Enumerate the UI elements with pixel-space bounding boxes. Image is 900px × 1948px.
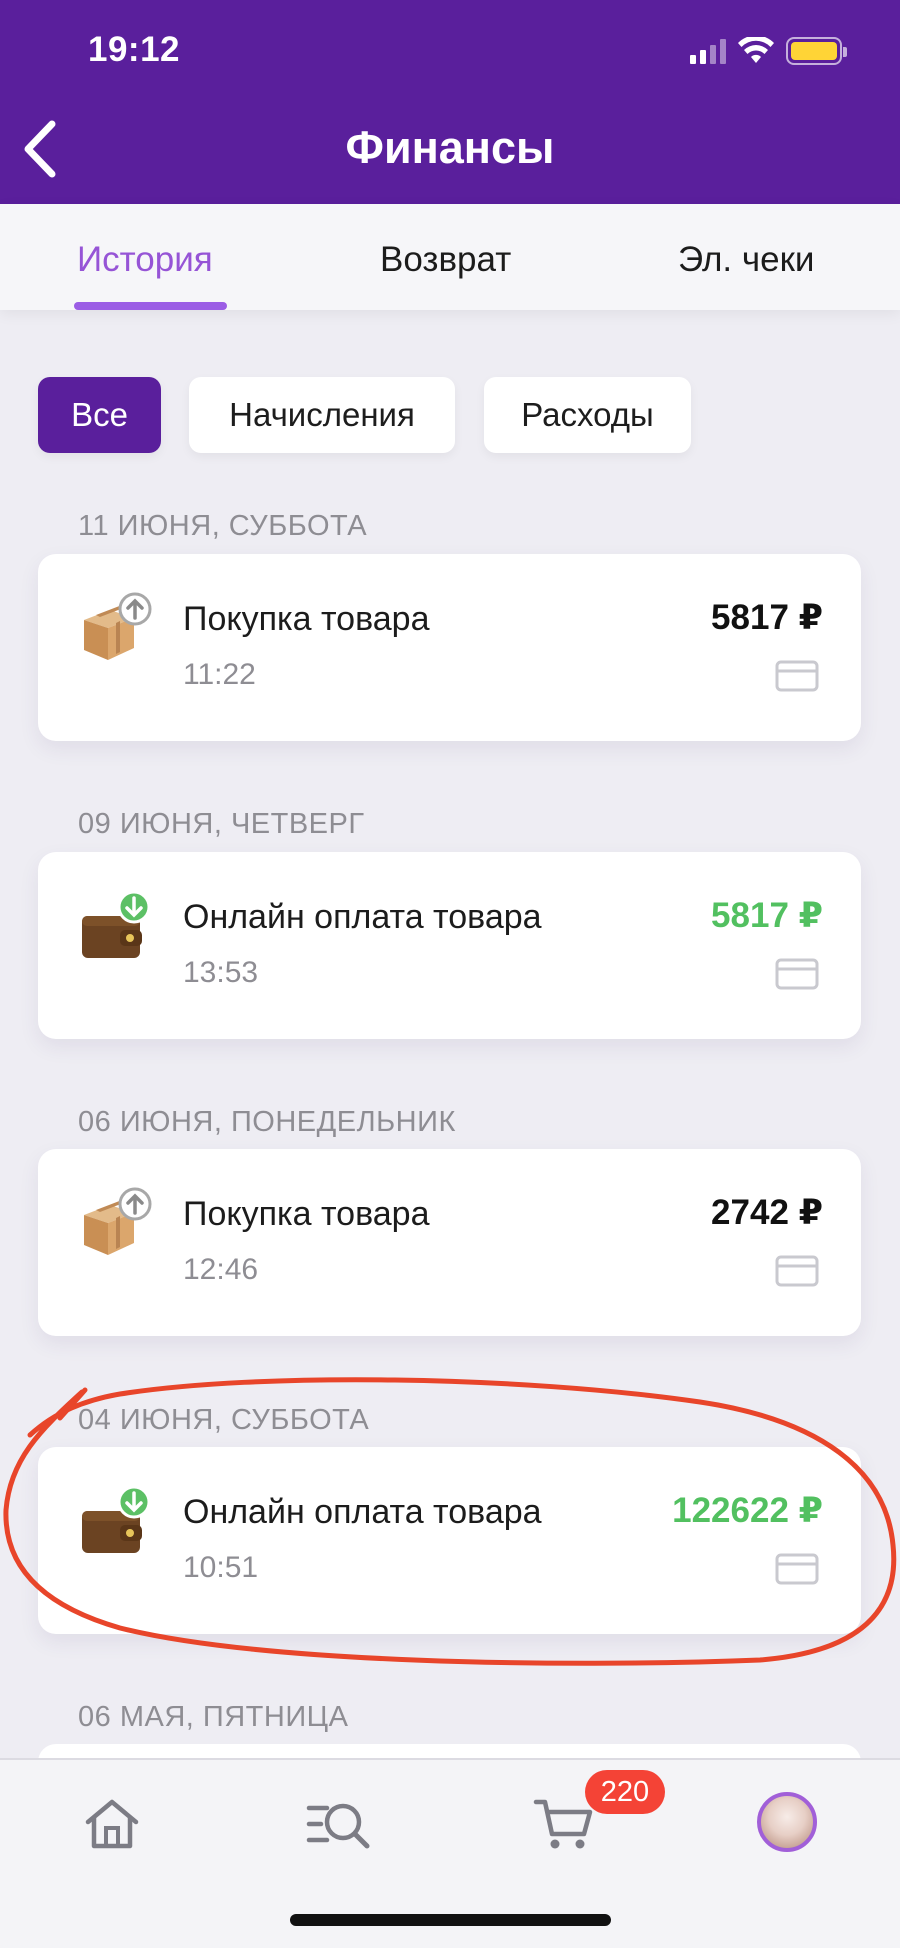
page-title: Финансы [345,122,555,173]
wallet-download-icon [82,1485,151,1553]
transaction-card[interactable]: Онлайн оплата товара 10:51 122622 ₽ [38,1447,861,1634]
tab-bar: История Возврат Эл. чеки [0,204,900,310]
profile-avatar[interactable] [757,1792,817,1852]
transaction-amount: 122622 ₽ [672,1491,823,1530]
status-time: 19:12 [88,30,181,69]
home-indicator [290,1914,611,1926]
credit-card-icon [775,660,819,692]
home-icon[interactable] [82,1794,142,1854]
battery-icon [786,37,847,65]
tab-e-receipts[interactable]: Эл. чеки [678,240,814,280]
wifi-icon [738,37,774,63]
filter-expenses[interactable]: Расходы [484,377,691,453]
box-upload-icon [84,1187,152,1255]
cellular-signal-icon [690,38,726,64]
filter-all[interactable]: Все [38,377,161,453]
transaction-time: 10:51 [183,1551,259,1584]
transaction-card[interactable]: Покупка товара 11:22 5817 ₽ [38,554,861,741]
wallet-download-icon [82,890,151,958]
transaction-amount: 2742 ₽ [711,1193,823,1232]
box-upload-icon [84,592,152,660]
transaction-name: Онлайн оплата товара [183,898,542,936]
catalog-search-icon[interactable] [305,1794,373,1854]
transaction-time: 13:53 [183,956,259,989]
transaction-name: Покупка товара [183,600,430,638]
tab-returns[interactable]: Возврат [380,240,511,280]
filter-income[interactable]: Начисления [189,377,455,453]
cart-badge: 220 [585,1770,665,1814]
credit-card-icon [775,1255,819,1287]
app-header: 19:12 Финансы [0,0,900,204]
date-header: 11 ИЮНЯ, СУББОТА [78,510,368,542]
tab-history[interactable]: История [77,240,213,280]
status-icons [690,34,847,68]
transaction-name: Покупка товара [183,1195,430,1233]
credit-card-icon [775,1553,819,1585]
transaction-time: 12:46 [183,1253,259,1286]
date-header: 06 ИЮНЯ, ПОНЕДЕЛЬНИК [78,1106,456,1138]
transaction-amount: 5817 ₽ [711,896,823,935]
cart-icon[interactable] [532,1794,596,1854]
date-header: 09 ИЮНЯ, ЧЕТВЕРГ [78,808,365,840]
date-header: 04 ИЮНЯ, СУББОТА [78,1404,370,1436]
transaction-name: Онлайн оплата товара [183,1493,542,1531]
date-header: 06 МАЯ, ПЯТНИЦА [78,1701,349,1733]
transaction-time: 11:22 [183,658,256,691]
transaction-amount: 5817 ₽ [711,598,823,637]
transaction-card[interactable]: Онлайн оплата товара 13:53 5817 ₽ [38,852,861,1039]
credit-card-icon [775,958,819,990]
transaction-card[interactable]: Покупка товара 12:46 2742 ₽ [38,1149,861,1336]
tab-active-indicator [74,302,227,310]
